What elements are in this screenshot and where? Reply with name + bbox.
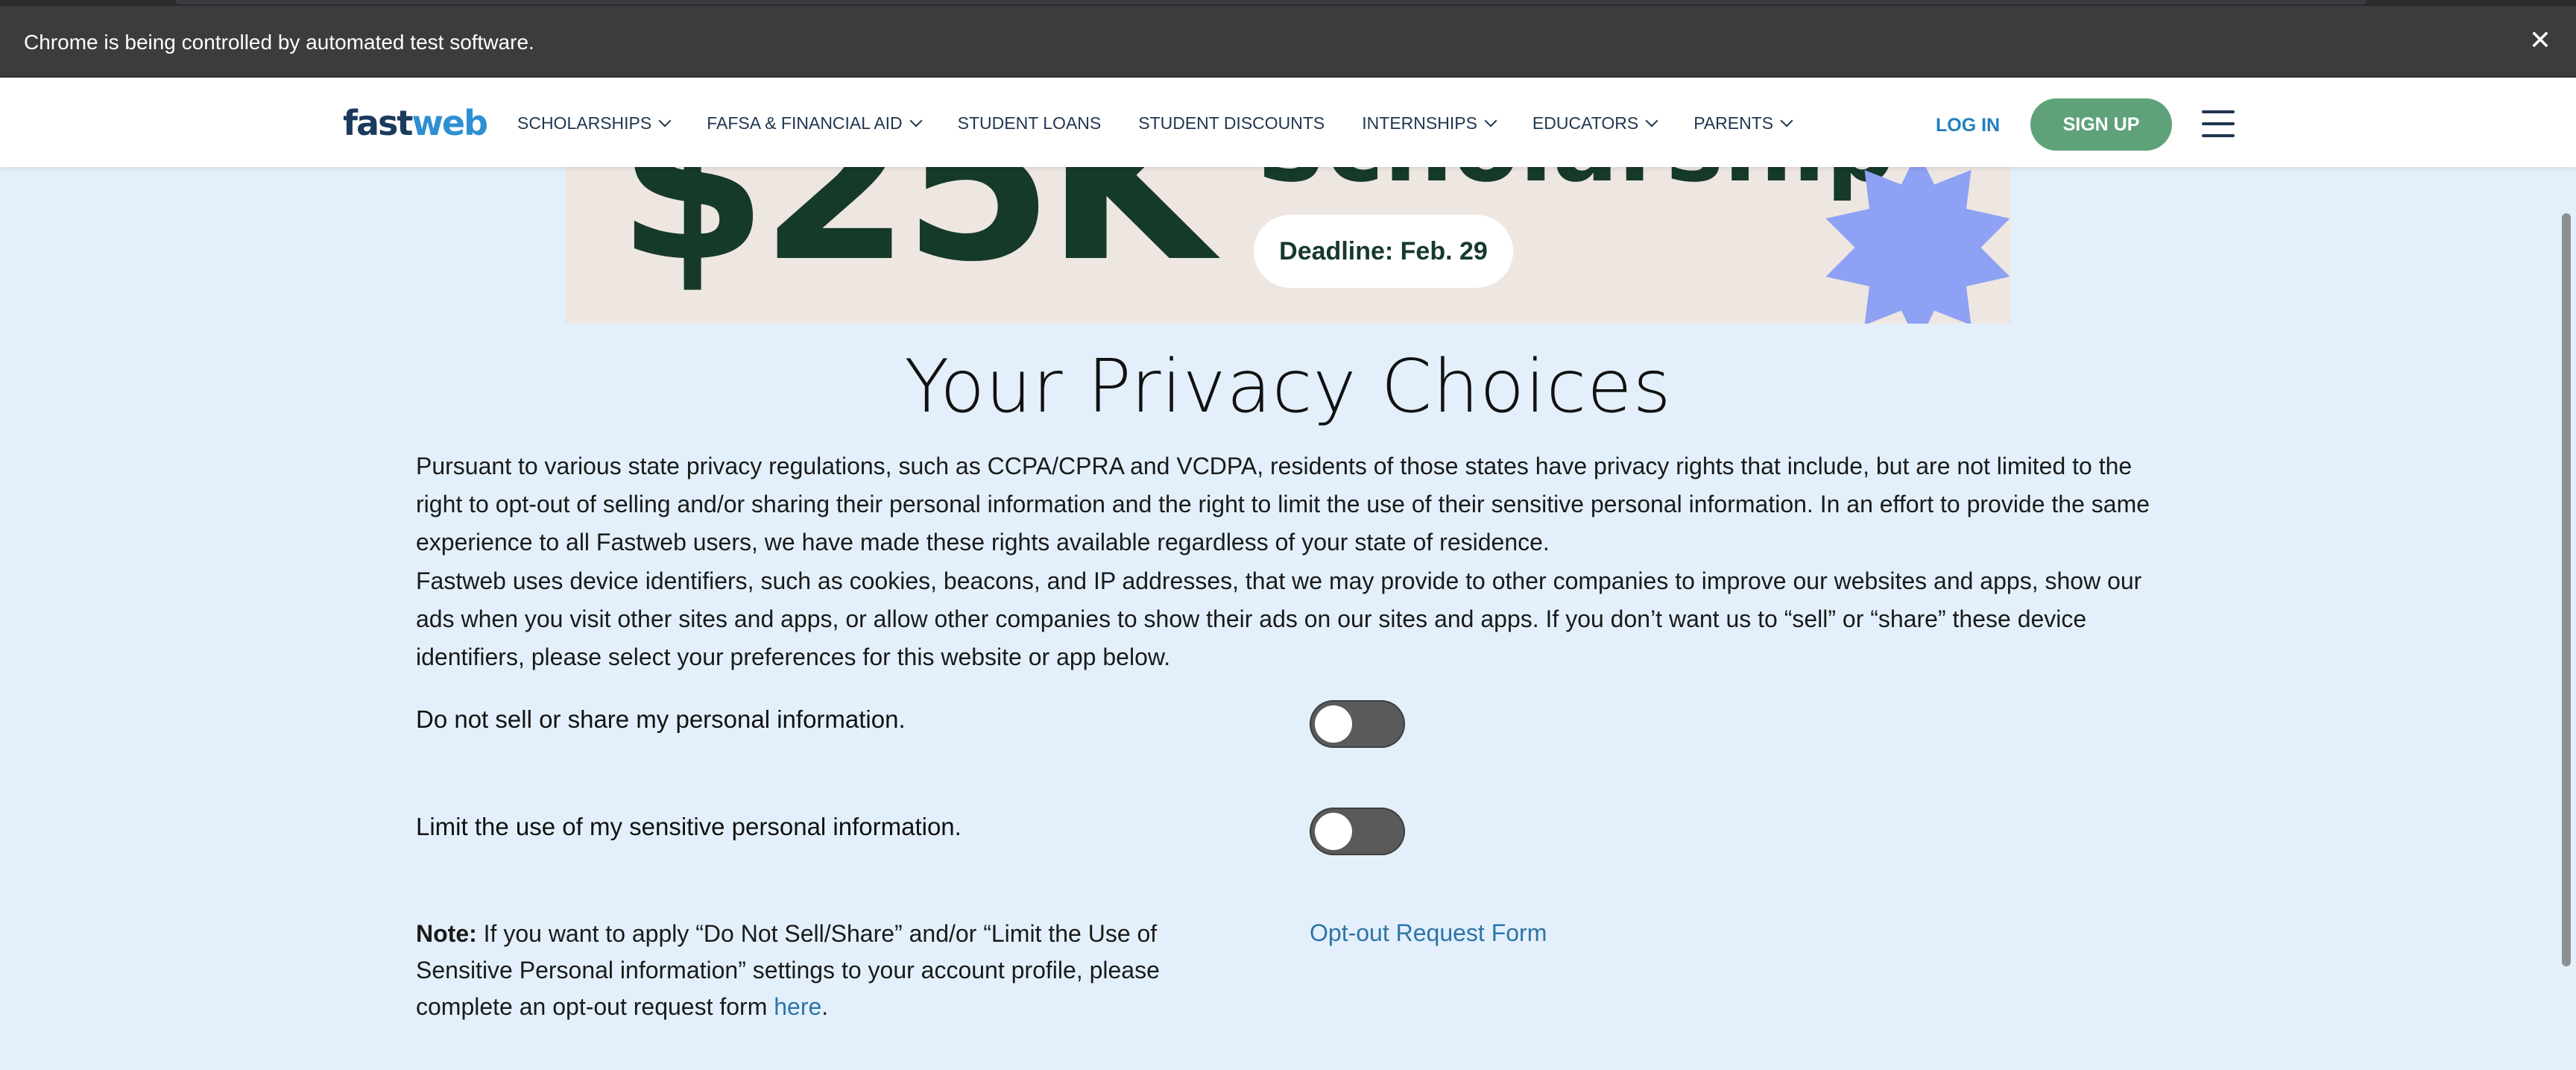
page-title: Your Privacy Choices bbox=[904, 344, 1672, 429]
chevron-down-icon bbox=[658, 114, 672, 127]
note-end: . bbox=[821, 993, 829, 1020]
nav-scholarships-label: SCHOLARSHIPS bbox=[517, 113, 652, 133]
promo-banner[interactable]: $25K Scholarship Deadline: Feb. 29 bbox=[565, 166, 2011, 324]
partially-visible-content bbox=[416, 1062, 938, 1070]
opt-out-request-form-link[interactable]: Opt-out Request Form bbox=[1310, 919, 1547, 947]
page-scrollbar[interactable] bbox=[2557, 167, 2576, 1070]
device-identifiers-paragraph: Fastweb uses device identifiers, such as… bbox=[416, 567, 2142, 670]
opt-out-note: Note: If you want to apply “Do Not Sell/… bbox=[416, 916, 1176, 1025]
nav-parents[interactable]: PARENTS bbox=[1693, 113, 1793, 133]
nav-parents-label: PARENTS bbox=[1693, 113, 1774, 133]
scrollbar-thumb[interactable] bbox=[2562, 213, 2571, 966]
login-link[interactable]: LOG IN bbox=[1936, 115, 2000, 136]
signup-button[interactable]: SIGN UP bbox=[2030, 98, 2172, 151]
main-nav: SCHOLARSHIPS FAFSA & FINANCIAL AID STUDE… bbox=[517, 113, 1828, 133]
nav-internships-label: INTERNSHIPS bbox=[1362, 113, 1477, 133]
nav-fafsa-financial-aid[interactable]: FAFSA & FINANCIAL AID bbox=[707, 113, 923, 133]
browser-tab[interactable] bbox=[175, 0, 2367, 4]
toggle-knob bbox=[1315, 813, 1352, 850]
nav-student-discounts-label: STUDENT DISCOUNTS bbox=[1138, 113, 1325, 133]
here-link[interactable]: here bbox=[774, 993, 821, 1020]
limit-use-label: Limit the use of my sensitive personal i… bbox=[416, 813, 962, 840]
nav-scholarships[interactable]: SCHOLARSHIPS bbox=[517, 113, 672, 133]
automation-infobar: Chrome is being controlled by automated … bbox=[0, 6, 2576, 78]
nav-internships[interactable]: INTERNSHIPS bbox=[1362, 113, 1497, 133]
toggle-knob bbox=[1315, 705, 1352, 743]
starburst-icon bbox=[1825, 166, 2010, 324]
browser-tab-strip bbox=[0, 0, 2576, 6]
close-icon[interactable]: ✕ bbox=[2524, 24, 2557, 57]
limit-use-toggle[interactable] bbox=[1310, 808, 1405, 855]
chevron-down-icon bbox=[1484, 114, 1497, 127]
chevron-down-icon bbox=[909, 114, 923, 127]
note-label: Note: bbox=[416, 920, 477, 947]
nav-educators-label: EDUCATORS bbox=[1532, 113, 1639, 133]
chevron-down-icon bbox=[1645, 114, 1658, 127]
deadline-badge: Deadline: Feb. 29 bbox=[1254, 215, 1513, 288]
chevron-down-icon bbox=[1780, 114, 1793, 127]
nav-educators[interactable]: EDUCATORS bbox=[1532, 113, 1658, 133]
privacy-intro-paragraph: Pursuant to various state privacy regula… bbox=[416, 453, 2150, 556]
nav-student-loans-label: STUDENT LOANS bbox=[957, 113, 1102, 133]
nav-student-discounts[interactable]: STUDENT DISCOUNTS bbox=[1138, 113, 1325, 133]
nav-student-loans[interactable]: STUDENT LOANS bbox=[958, 113, 1102, 133]
banner-headline: Scholarship bbox=[1257, 166, 1895, 195]
automation-message: Chrome is being controlled by automated … bbox=[24, 31, 534, 54]
site-header: fastweb SCHOLARSHIPS FAFSA & FINANCIAL A… bbox=[0, 78, 2576, 167]
nav-fafsa-label: FAFSA & FINANCIAL AID bbox=[707, 113, 903, 133]
do-not-sell-label: Do not sell or share my personal informa… bbox=[416, 705, 906, 733]
banner-amount: $25K bbox=[617, 166, 1213, 309]
do-not-sell-toggle[interactable] bbox=[1310, 700, 1405, 748]
hamburger-menu-icon[interactable] bbox=[2202, 110, 2235, 137]
logo-part-fast: fast bbox=[343, 103, 413, 143]
fastweb-logo[interactable]: fastweb bbox=[343, 103, 488, 143]
logo-part-web: web bbox=[411, 103, 488, 143]
